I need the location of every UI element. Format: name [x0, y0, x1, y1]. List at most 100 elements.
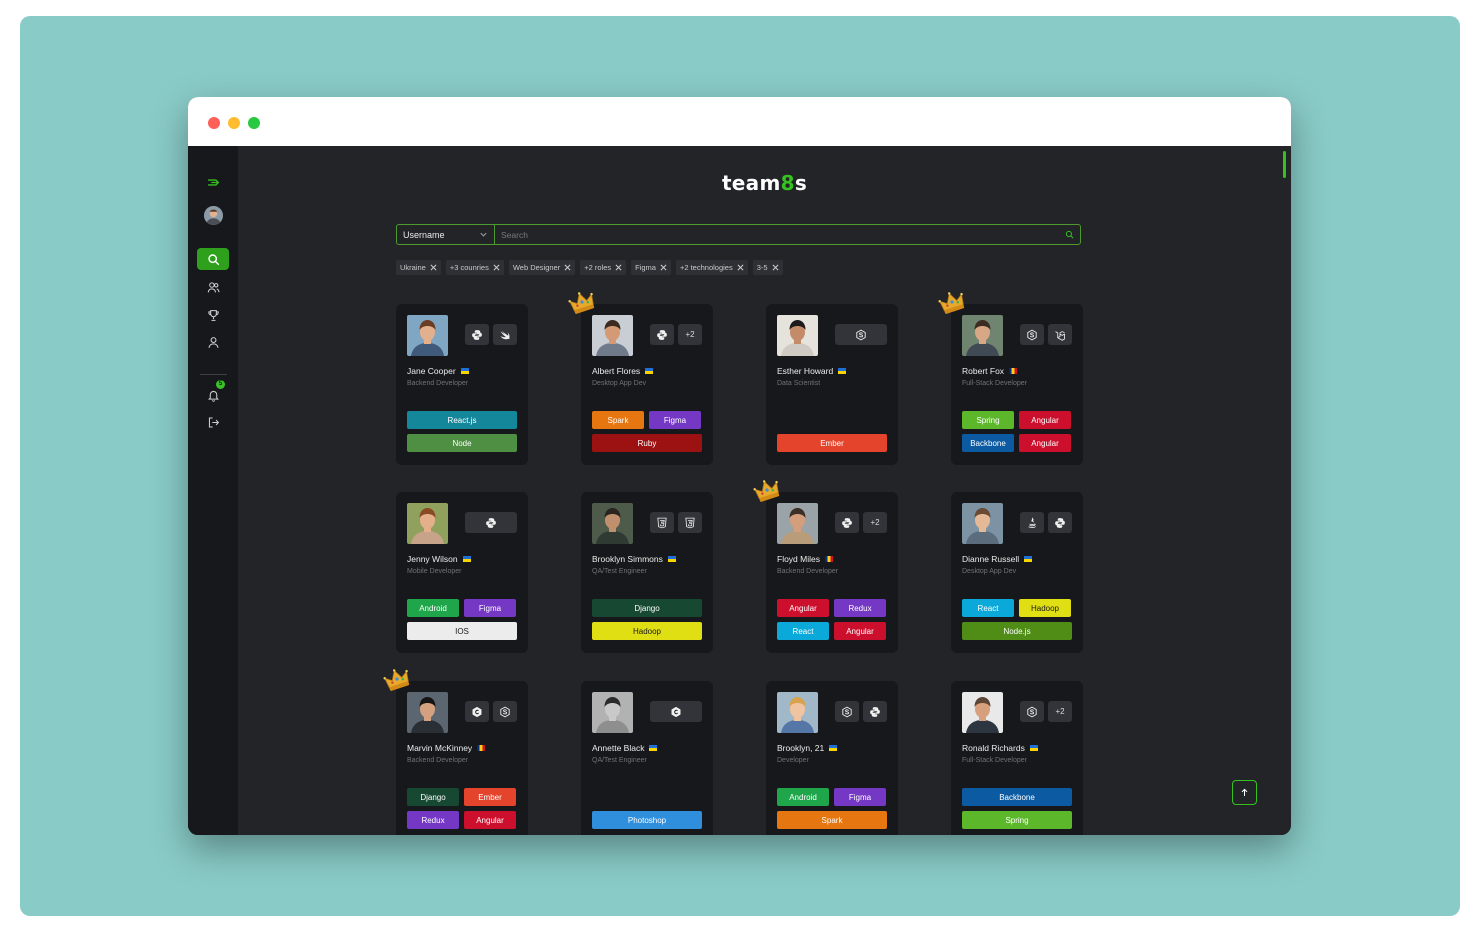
- skill-tag: Django: [407, 788, 459, 806]
- search-button[interactable]: [1058, 225, 1080, 244]
- developer-card[interactable]: Marvin McKinney Backend Developer Django Em…: [396, 681, 528, 835]
- developer-card[interactable]: +2 Floyd Miles Backend Developer Angular Red…: [766, 492, 898, 653]
- skill-tag: Angular: [1019, 411, 1071, 429]
- developer-card[interactable]: Robert Fox Full-Stack Developer Spring Angu…: [951, 304, 1083, 465]
- developer-card[interactable]: +2 Albert Flores Desktop App Dev Spark Figma…: [581, 304, 713, 465]
- close-icon[interactable]: [660, 264, 667, 271]
- page-scrollbar[interactable]: [1283, 151, 1286, 178]
- developer-role: Mobile Developer: [407, 568, 462, 575]
- ukraine-flag-icon: [1024, 556, 1033, 562]
- technology-icons: [1020, 512, 1072, 533]
- filter-chip-label: Figma: [635, 263, 656, 272]
- skill-tags: Angular Redux React Angular: [777, 599, 887, 640]
- developer-card[interactable]: Brooklyn, 21 Developer Android Figma Spark: [766, 681, 898, 835]
- close-icon[interactable]: [615, 264, 622, 271]
- skill-tags: Backbone Spring: [962, 788, 1072, 829]
- skill-tag: IOS: [407, 622, 517, 640]
- sidebar-item-notifications[interactable]: 5: [197, 380, 229, 406]
- close-window-button[interactable]: [208, 117, 220, 129]
- developer-card[interactable]: Annette Black QA/Test Engineer Photoshop: [581, 681, 713, 835]
- ukraine-flag-icon: [1029, 745, 1038, 751]
- developer-role: Full-Stack Developer: [962, 380, 1027, 387]
- search-input[interactable]: [495, 225, 1058, 244]
- developer-name-text: Esther Howard: [777, 366, 834, 376]
- skill-tag: Angular: [1019, 434, 1071, 452]
- html5-icon: [650, 512, 674, 533]
- skill-tag: Spark: [777, 811, 887, 829]
- skill-tag: Ruby: [592, 434, 702, 452]
- filter-chip: Ukraine: [396, 260, 441, 275]
- python-icon: [465, 324, 489, 345]
- csharp-icon: [650, 701, 702, 722]
- technology-icons: [1020, 324, 1072, 345]
- skill-tag: Redux: [834, 599, 886, 617]
- skill-tags: Ember: [777, 434, 887, 452]
- maximize-window-button[interactable]: [248, 117, 260, 129]
- developer-card[interactable]: Jenny Wilson Mobile Developer Android Figma…: [396, 492, 528, 653]
- python-icon: [863, 701, 887, 722]
- menu-toggle-button[interactable]: [197, 171, 229, 193]
- skill-tags: React.js Node: [407, 411, 517, 452]
- scroll-to-top-button[interactable]: [1232, 780, 1257, 805]
- app-logo: team8s: [721, 171, 808, 195]
- developer-name: Robert Fox: [962, 366, 1018, 376]
- technology-icons: [465, 701, 517, 722]
- close-icon[interactable]: [564, 264, 571, 271]
- sidebar-item-teams[interactable]: [197, 276, 229, 298]
- close-icon[interactable]: [430, 264, 437, 271]
- technology-icons: [650, 701, 702, 722]
- app-container: 5 team8s Username Ukraine +3 counries Web …: [188, 146, 1291, 835]
- close-icon[interactable]: [493, 264, 500, 271]
- developer-name-text: Jenny Wilson: [407, 554, 458, 564]
- filter-chip-label: Ukraine: [400, 263, 426, 272]
- close-icon[interactable]: [737, 264, 744, 271]
- sidebar-item-profile[interactable]: [197, 331, 229, 353]
- more-technologies-badge[interactable]: +2: [1048, 701, 1072, 722]
- search-bar: Username: [396, 224, 1081, 245]
- developer-card[interactable]: Brooklyn Simmons QA/Test Engineer Django Ha…: [581, 492, 713, 653]
- sidebar-item-achievements[interactable]: [197, 304, 229, 326]
- sidebar-item-logout[interactable]: [197, 411, 229, 433]
- close-icon[interactable]: [772, 264, 779, 271]
- filter-chip-label: Web Designer: [512, 263, 561, 272]
- search-icon: [1065, 230, 1073, 239]
- skill-tag: Spring: [962, 411, 1014, 429]
- developer-name: Dianne Russell: [962, 554, 1033, 564]
- developer-role: Desktop App Dev: [962, 568, 1017, 575]
- minimize-window-button[interactable]: [228, 117, 240, 129]
- skill-tag: React: [777, 622, 829, 640]
- developer-card[interactable]: Jane Cooper Backend Developer React.js Node: [396, 304, 528, 465]
- nodejs-icon: [493, 701, 517, 722]
- skill-tags: Android Figma Spark: [777, 788, 887, 829]
- developer-card[interactable]: Dianne Russell Desktop App Dev React Hadoop…: [951, 492, 1083, 653]
- developer-name: Marvin McKinney: [407, 743, 486, 753]
- skill-tag: Android: [407, 599, 459, 617]
- filter-chip: +2 roles: [580, 260, 627, 275]
- search-type-select[interactable]: Username: [397, 225, 495, 244]
- filter-chips: Ukraine +3 counries Web Designer +2 roles Fi…: [396, 260, 783, 275]
- technology-icons: +2: [835, 512, 887, 533]
- developer-name-text: Floyd Miles: [777, 554, 820, 564]
- filter-chip: 3-5: [752, 260, 783, 275]
- more-technologies-badge[interactable]: +2: [863, 512, 887, 533]
- menu-arrow-icon: [207, 178, 219, 186]
- skill-tag: Angular: [777, 599, 829, 617]
- technology-icons: [650, 512, 702, 533]
- sidebar-item-search[interactable]: [197, 248, 229, 270]
- sidebar-divider: [200, 374, 227, 375]
- skill-tag: Figma: [649, 411, 701, 429]
- developer-name-text: Robert Fox: [962, 366, 1005, 376]
- developer-name-text: Marvin McKinney: [407, 743, 473, 753]
- technology-icons: [835, 701, 887, 722]
- developer-name: Brooklyn Simmons: [592, 554, 676, 564]
- developer-card[interactable]: +2 Ronald Richards Full-Stack Developer Bac…: [951, 681, 1083, 835]
- ukraine-flag-icon: [460, 368, 469, 374]
- avatar[interactable]: [204, 206, 223, 225]
- more-technologies-badge[interactable]: +2: [678, 324, 702, 345]
- avatar: [592, 503, 633, 544]
- technology-icons: [465, 512, 517, 533]
- filter-chip: +2 technologies: [675, 260, 748, 275]
- skill-tag: Backbone: [962, 434, 1014, 452]
- skill-tag: Spark: [592, 411, 644, 429]
- developer-card[interactable]: Esther Howard Data Scientist Ember: [766, 304, 898, 465]
